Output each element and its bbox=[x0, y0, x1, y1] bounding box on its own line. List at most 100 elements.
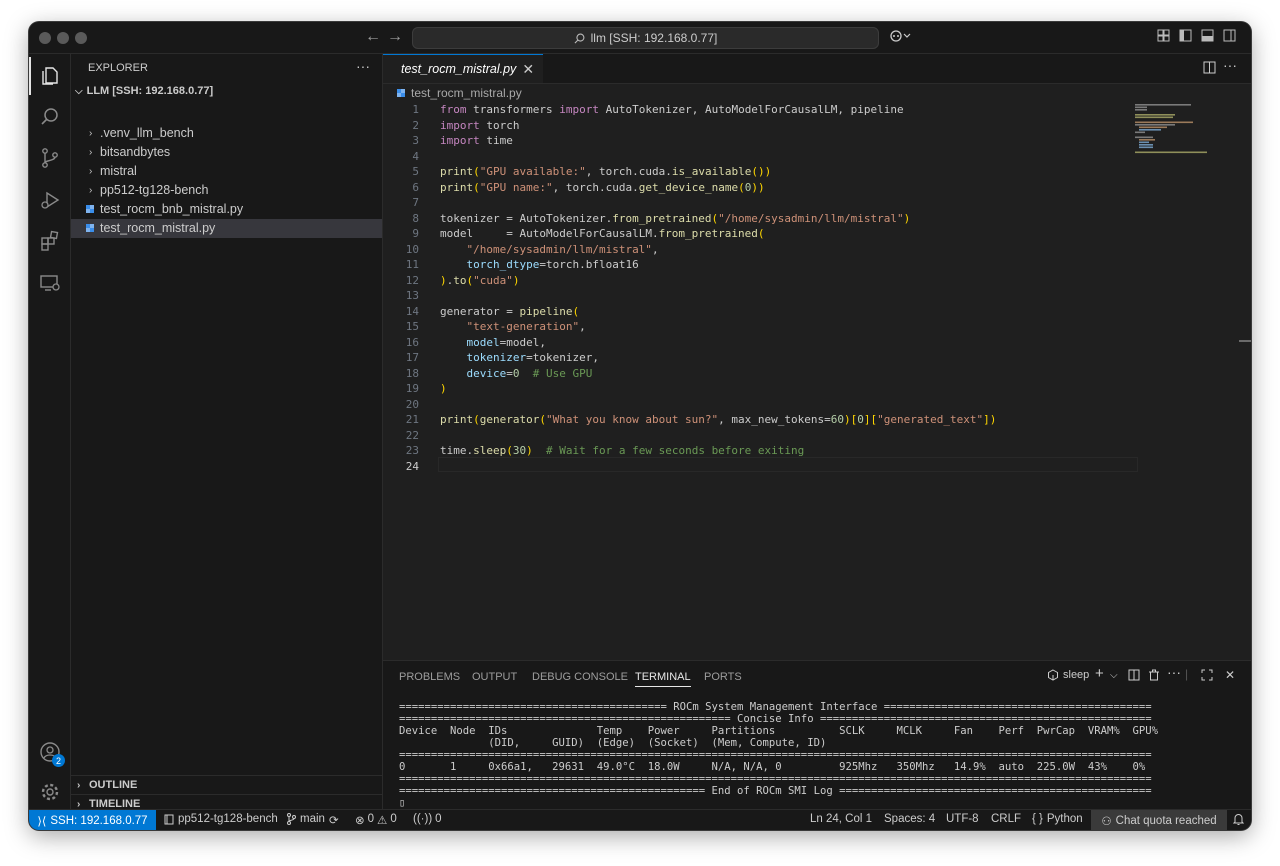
problems-indicator[interactable]: ⊗ 0 ⚠ 0 bbox=[355, 813, 397, 827]
minimap[interactable] bbox=[1135, 104, 1215, 154]
command-center-search[interactable]: llm [SSH: 192.168.0.77] bbox=[412, 27, 879, 49]
code-line[interactable]: 9 model = AutoModelForCausalLM.from_pretr… bbox=[383, 226, 1251, 242]
split-editor-icon[interactable] bbox=[1203, 61, 1216, 79]
vscode-window: ← → llm [SSH: 192.168.0.77] 2 EXPLORER ·… bbox=[29, 22, 1251, 830]
source-control-icon[interactable] bbox=[37, 145, 63, 171]
code-line[interactable]: 19) bbox=[383, 381, 1251, 397]
toggle-secondary-sidebar-icon[interactable] bbox=[1223, 29, 1236, 45]
folder-mistral[interactable]: › mistral bbox=[71, 162, 382, 181]
cursor-position[interactable]: Ln 24, Col 1 bbox=[810, 813, 872, 825]
code-line[interactable]: 18 device=0 # Use GPU bbox=[383, 366, 1251, 382]
python-file-icon bbox=[397, 89, 405, 97]
code-line[interactable]: 17 tokenizer=tokenizer, bbox=[383, 350, 1251, 366]
remote-explorer-icon[interactable] bbox=[37, 270, 63, 296]
toggle-sidebar-icon[interactable] bbox=[1179, 29, 1192, 45]
terminal-shell-icon bbox=[1048, 669, 1058, 681]
run-debug-icon[interactable] bbox=[37, 187, 63, 213]
tab-output[interactable]: OUTPUT bbox=[472, 671, 517, 683]
code-line[interactable]: 21 print(generator("What you know about s… bbox=[383, 412, 1251, 428]
copilot-icon[interactable] bbox=[889, 29, 911, 46]
customize-layout-icon[interactable] bbox=[1157, 29, 1170, 45]
more-actions-icon[interactable]: ··· bbox=[1167, 664, 1181, 680]
sync-icon[interactable]: ⟳ bbox=[329, 813, 339, 827]
line-endings[interactable]: CRLF bbox=[991, 813, 1021, 825]
file-test-rocm-mistral[interactable]: test_rocm_mistral.py bbox=[71, 219, 382, 238]
folder-bitsandbytes[interactable]: › bitsandbytes bbox=[71, 143, 382, 162]
line-number: 19 bbox=[405, 382, 419, 395]
code-line[interactable]: 3 import time bbox=[383, 133, 1251, 149]
code-line[interactable]: 1 from transformers import AutoTokenizer,… bbox=[383, 102, 1251, 118]
maximize-panel-icon[interactable] bbox=[1201, 669, 1213, 684]
close-window-button[interactable] bbox=[39, 32, 51, 44]
workspace-indicator[interactable]: pp512-tg128-bench bbox=[164, 813, 278, 825]
outline-section[interactable]: › OUTLINE bbox=[71, 775, 382, 795]
code-line[interactable]: 24 bbox=[383, 459, 1251, 475]
language-mode[interactable]: { } Python bbox=[1032, 813, 1083, 825]
terminal-output[interactable]: ========================================… bbox=[399, 701, 1239, 809]
ports-indicator[interactable]: ((·)) 0 bbox=[413, 813, 442, 825]
code-line[interactable]: 6 print("GPU name:", torch.cuda.get_devic… bbox=[383, 180, 1251, 196]
code-line[interactable]: 5 print("GPU available:", torch.cuda.is_a… bbox=[383, 164, 1251, 180]
tab-terminal[interactable]: TERMINAL bbox=[635, 671, 691, 687]
tab-problems[interactable]: PROBLEMS bbox=[399, 671, 460, 683]
split-terminal-icon[interactable] bbox=[1128, 669, 1140, 684]
line-number: 14 bbox=[405, 304, 419, 318]
chevron-right-icon: › bbox=[89, 128, 93, 139]
line-number: 23 bbox=[405, 444, 419, 457]
code-line[interactable]: 14 generator = pipeline( bbox=[383, 304, 1251, 320]
maximize-window-button[interactable] bbox=[75, 32, 87, 44]
code-line[interactable]: 2 import torch bbox=[383, 118, 1251, 134]
gear-icon[interactable] bbox=[37, 779, 63, 805]
git-branch-indicator[interactable]: main bbox=[286, 813, 325, 825]
editor-tabs: test_rocm_mistral.py ✕ ··· bbox=[383, 54, 1251, 84]
breadcrumb[interactable]: test_rocm_mistral.py bbox=[397, 86, 522, 100]
back-arrow-icon[interactable]: ← bbox=[365, 28, 381, 46]
folder-pp512-tg128-bench[interactable]: › pp512-tg128-bench bbox=[71, 181, 382, 200]
code-line[interactable]: 10 "/home/sysadmin/llm/mistral", bbox=[383, 242, 1251, 258]
search-icon[interactable] bbox=[37, 104, 63, 130]
more-actions-icon[interactable]: ··· bbox=[356, 58, 370, 74]
command-center-label: llm [SSH: 192.168.0.77] bbox=[590, 31, 718, 45]
code-line[interactable]: 15 "text-generation", bbox=[383, 319, 1251, 335]
terminal-selector[interactable]: sleep bbox=[1047, 669, 1089, 681]
code-line[interactable]: 8 tokenizer = AutoTokenizer.from_pretrain… bbox=[383, 211, 1251, 227]
python-file-icon bbox=[86, 224, 94, 232]
minimize-window-button[interactable] bbox=[57, 32, 69, 44]
chevron-right-icon: › bbox=[89, 147, 93, 158]
close-icon[interactable]: ✕ bbox=[522, 61, 534, 78]
code-line[interactable]: 16 model=model, bbox=[383, 335, 1251, 351]
code-line[interactable]: 7 bbox=[383, 195, 1251, 211]
warning-icon: ⚠ bbox=[377, 815, 388, 827]
extensions-icon[interactable] bbox=[37, 228, 63, 254]
forward-arrow-icon[interactable]: → bbox=[387, 28, 403, 46]
new-terminal-icon[interactable]: + bbox=[1095, 665, 1104, 682]
code-line[interactable]: 20 bbox=[383, 397, 1251, 413]
code-line[interactable]: 12).to("cuda") bbox=[383, 273, 1251, 289]
code-line[interactable]: 11 torch_dtype=torch.bfloat16 bbox=[383, 257, 1251, 273]
line-number: 17 bbox=[405, 351, 419, 364]
close-panel-icon[interactable]: ✕ bbox=[1225, 668, 1235, 682]
chat-quota-status[interactable]: ⚇ Chat quota reached bbox=[1091, 810, 1227, 830]
code-line[interactable]: 22 bbox=[383, 428, 1251, 444]
toggle-panel-icon[interactable] bbox=[1201, 29, 1214, 45]
remote-indicator[interactable]: ⟩⟨ SSH: 192.168.0.77 bbox=[29, 810, 156, 830]
chevron-down-icon[interactable]: ⌵ bbox=[1110, 670, 1118, 681]
chevron-down-icon: ⌵ bbox=[75, 86, 83, 97]
explorer-icon[interactable] bbox=[29, 57, 63, 95]
indentation[interactable]: Spaces: 4 bbox=[884, 813, 935, 825]
accounts-icon[interactable]: 2 bbox=[37, 739, 65, 767]
git-branch-icon bbox=[287, 813, 296, 825]
tab-ports[interactable]: PORTS bbox=[704, 671, 742, 683]
trash-icon[interactable] bbox=[1148, 669, 1160, 684]
folder-venv[interactable]: › .venv_llm_bench bbox=[71, 124, 382, 143]
code-line[interactable]: 23 time.sleep(30) # Wait for a few second… bbox=[383, 443, 1251, 459]
more-actions-icon[interactable]: ··· bbox=[1223, 57, 1237, 73]
tab-test-rocm-mistral[interactable]: test_rocm_mistral.py ✕ bbox=[383, 54, 543, 83]
file-test-rocm-bnb-mistral[interactable]: test_rocm_bnb_mistral.py bbox=[71, 200, 382, 219]
encoding[interactable]: UTF-8 bbox=[946, 813, 979, 825]
code-line[interactable]: 13 bbox=[383, 288, 1251, 304]
workspace-root[interactable]: ⌵ LLM [SSH: 192.168.0.77] bbox=[75, 85, 213, 97]
code-line[interactable]: 4 bbox=[383, 149, 1251, 165]
bell-icon[interactable] bbox=[1232, 813, 1245, 828]
tab-debug-console[interactable]: DEBUG CONSOLE bbox=[532, 671, 628, 683]
